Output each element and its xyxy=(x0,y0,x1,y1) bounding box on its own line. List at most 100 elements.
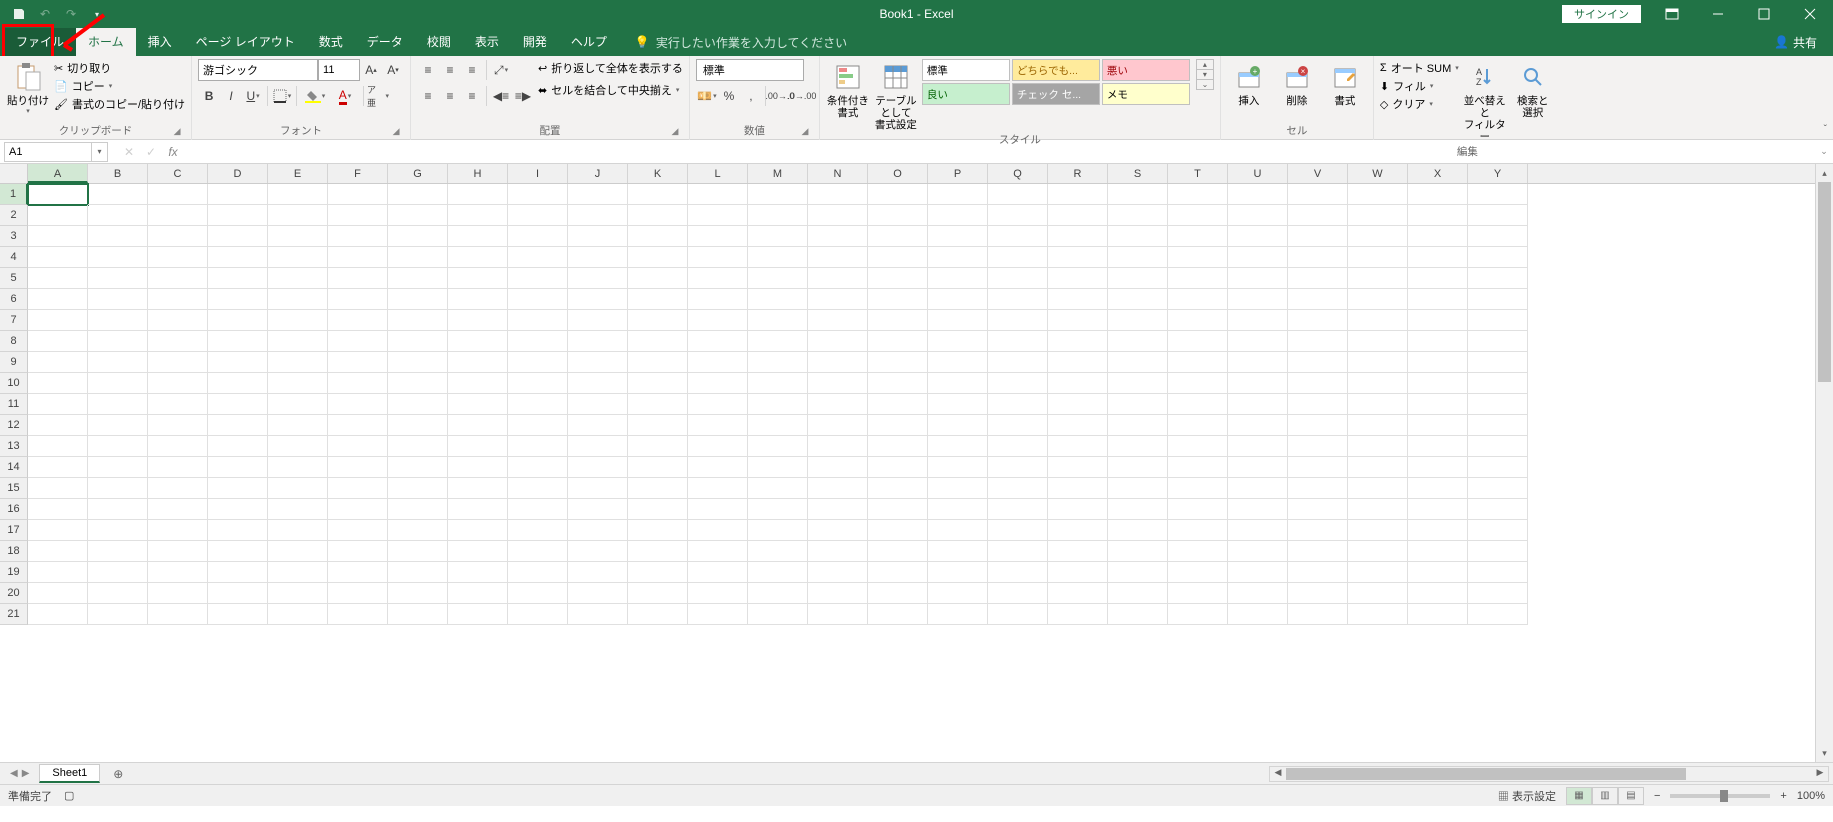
cell[interactable] xyxy=(988,205,1048,226)
cell[interactable] xyxy=(1108,457,1168,478)
cell[interactable] xyxy=(988,184,1048,205)
cell[interactable] xyxy=(928,310,988,331)
cell[interactable] xyxy=(1468,331,1528,352)
cell[interactable] xyxy=(928,226,988,247)
cell[interactable] xyxy=(448,352,508,373)
expand-gallery-icon[interactable]: ⌄ xyxy=(1197,80,1213,89)
styles-scroll[interactable]: ▴▾⌄ xyxy=(1196,59,1214,90)
cell[interactable] xyxy=(268,394,328,415)
align-center-icon[interactable]: ≡ xyxy=(439,85,461,107)
tab-developer[interactable]: 開発 xyxy=(511,28,559,56)
cell[interactable] xyxy=(28,184,88,205)
row-header[interactable]: 2 xyxy=(0,205,28,226)
find-select-button[interactable]: 検索と 選択 xyxy=(1511,59,1555,119)
cell[interactable] xyxy=(688,247,748,268)
cell[interactable] xyxy=(88,583,148,604)
align-top-icon[interactable]: ≡ xyxy=(417,59,439,81)
cell[interactable] xyxy=(1468,268,1528,289)
bold-button[interactable]: B xyxy=(198,85,220,107)
cell[interactable] xyxy=(568,604,628,625)
cell[interactable] xyxy=(148,604,208,625)
cell[interactable] xyxy=(1048,457,1108,478)
cell[interactable] xyxy=(1348,247,1408,268)
cell[interactable] xyxy=(28,520,88,541)
fill-color-button[interactable] xyxy=(300,85,330,107)
cell[interactable] xyxy=(388,184,448,205)
cell[interactable] xyxy=(1348,457,1408,478)
cell[interactable] xyxy=(388,289,448,310)
dialog-launcher-icon[interactable]: ◢ xyxy=(799,126,811,138)
cell[interactable] xyxy=(508,352,568,373)
ribbon-options-icon[interactable] xyxy=(1649,0,1695,28)
cell[interactable] xyxy=(1288,604,1348,625)
cell[interactable] xyxy=(1048,331,1108,352)
row-header[interactable]: 16 xyxy=(0,499,28,520)
cell[interactable] xyxy=(628,268,688,289)
cell[interactable] xyxy=(1048,478,1108,499)
cell[interactable] xyxy=(868,394,928,415)
cell[interactable] xyxy=(208,520,268,541)
cell[interactable] xyxy=(1348,394,1408,415)
cell[interactable] xyxy=(1468,310,1528,331)
cell[interactable] xyxy=(628,583,688,604)
cell[interactable] xyxy=(1408,184,1468,205)
column-header[interactable]: G xyxy=(388,164,448,183)
cell[interactable] xyxy=(868,415,928,436)
cell[interactable] xyxy=(1168,352,1228,373)
cell[interactable] xyxy=(1288,415,1348,436)
column-header[interactable]: N xyxy=(808,164,868,183)
cell[interactable] xyxy=(28,499,88,520)
cell[interactable] xyxy=(508,436,568,457)
cell[interactable] xyxy=(88,499,148,520)
cell[interactable] xyxy=(88,478,148,499)
cell[interactable] xyxy=(988,310,1048,331)
cell[interactable] xyxy=(1408,205,1468,226)
cell[interactable] xyxy=(928,268,988,289)
cell[interactable] xyxy=(1288,562,1348,583)
cell[interactable] xyxy=(1108,289,1168,310)
column-header[interactable]: Y xyxy=(1468,164,1528,183)
scroll-left-icon[interactable]: ◀ xyxy=(1270,767,1286,781)
clear-button[interactable]: ◇クリア ▾ xyxy=(1380,95,1459,113)
zoom-out-icon[interactable]: − xyxy=(1654,790,1660,802)
cell[interactable] xyxy=(508,604,568,625)
cell[interactable] xyxy=(568,562,628,583)
cell[interactable] xyxy=(868,331,928,352)
cell[interactable] xyxy=(148,352,208,373)
font-color-button[interactable]: A xyxy=(330,85,360,107)
cell[interactable] xyxy=(868,352,928,373)
cell[interactable] xyxy=(688,478,748,499)
column-header[interactable]: X xyxy=(1408,164,1468,183)
cell[interactable] xyxy=(748,184,808,205)
display-settings-button[interactable]: ▦ 表示設定 xyxy=(1498,788,1556,804)
cell[interactable] xyxy=(1348,436,1408,457)
zoom-level[interactable]: 100% xyxy=(1797,790,1825,802)
cell[interactable] xyxy=(988,394,1048,415)
column-header[interactable]: M xyxy=(748,164,808,183)
cell[interactable] xyxy=(28,583,88,604)
cell[interactable] xyxy=(208,352,268,373)
accounting-format-icon[interactable]: 💴 xyxy=(696,85,718,107)
cell[interactable] xyxy=(388,268,448,289)
cell[interactable] xyxy=(1348,226,1408,247)
cell[interactable] xyxy=(988,499,1048,520)
cell[interactable] xyxy=(448,184,508,205)
cell[interactable] xyxy=(508,394,568,415)
cell[interactable] xyxy=(1108,205,1168,226)
cell[interactable] xyxy=(1348,583,1408,604)
cell[interactable] xyxy=(1048,226,1108,247)
cell[interactable] xyxy=(208,373,268,394)
column-header[interactable]: V xyxy=(1288,164,1348,183)
cell[interactable] xyxy=(88,352,148,373)
cell[interactable] xyxy=(868,562,928,583)
cell[interactable] xyxy=(1228,541,1288,562)
cell[interactable] xyxy=(208,226,268,247)
cell[interactable] xyxy=(808,604,868,625)
decrease-decimal-icon[interactable]: .0→.00 xyxy=(791,85,813,107)
cell[interactable] xyxy=(448,373,508,394)
cell[interactable] xyxy=(628,352,688,373)
cell[interactable] xyxy=(448,583,508,604)
cell[interactable] xyxy=(388,373,448,394)
cell[interactable] xyxy=(88,268,148,289)
cell[interactable] xyxy=(1168,247,1228,268)
